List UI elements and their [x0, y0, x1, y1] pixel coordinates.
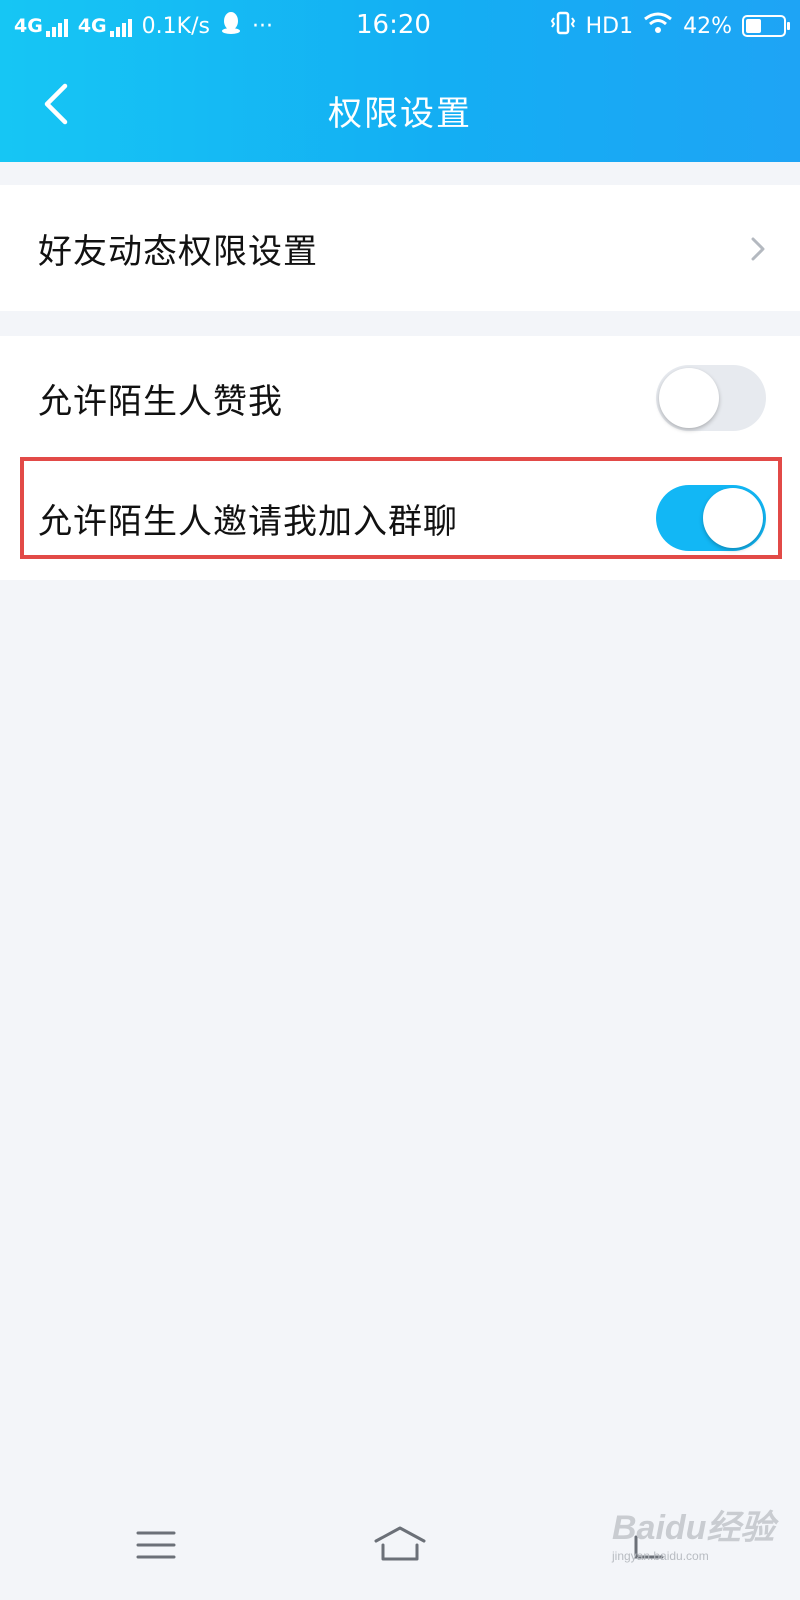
battery-icon: [742, 15, 790, 37]
stranger-like-label: 允许陌生人赞我: [38, 381, 283, 422]
status-bar: 4G 4G 0.1K/s ··· 16:20 HD1 42%: [0, 0, 800, 52]
network-speed: 0.1K/s: [141, 13, 210, 39]
battery-percent: 42%: [683, 13, 732, 39]
watermark-brand: Baidu经验: [612, 1509, 775, 1547]
highlight-annotation: [20, 457, 782, 559]
app-header: 4G 4G 0.1K/s ··· 16:20 HD1 42% 权限设置: [0, 0, 800, 162]
status-time: 16:20: [356, 10, 431, 40]
status-right: HD1 42%: [550, 11, 790, 41]
network-indicator-1: 4G: [14, 15, 68, 37]
home-icon: [374, 1526, 426, 1561]
stranger-like-row: 允许陌生人赞我: [0, 338, 800, 458]
menu-icon: [136, 1531, 176, 1559]
friend-feed-permission-label: 好友动态权限设置: [38, 231, 318, 272]
network-indicator-2: 4G: [78, 15, 132, 37]
signal-icon: [45, 19, 68, 37]
status-left: 4G 4G 0.1K/s ···: [14, 11, 273, 41]
home-button[interactable]: [370, 1520, 430, 1570]
hd-label: HD1: [585, 13, 634, 39]
network-label-2: 4G: [77, 15, 107, 37]
baidu-jingyan-watermark-logo: Baidu经验 jingyan.baidu.com: [612, 1500, 774, 1563]
chevron-right-icon: [751, 237, 765, 261]
toggle-knob: [659, 368, 719, 428]
navigation-bar: 权限设置: [0, 52, 800, 162]
friend-feed-permission-row[interactable]: 好友动态权限设置: [0, 188, 800, 308]
watermark-url: jingyan.baidu.com: [612, 1549, 709, 1563]
vibrate-icon: [550, 11, 576, 41]
more-notifications: ···: [251, 13, 273, 39]
battery-level: [746, 19, 762, 33]
menu-button[interactable]: [126, 1520, 186, 1570]
page-title: 权限设置: [328, 94, 472, 134]
wifi-icon: [643, 12, 673, 40]
stranger-like-toggle[interactable]: [656, 365, 766, 431]
signal-icon: [109, 19, 132, 37]
friend-feed-section: 好友动态权限设置: [0, 185, 800, 311]
network-label-1: 4G: [14, 15, 43, 37]
qq-icon: [220, 11, 242, 41]
